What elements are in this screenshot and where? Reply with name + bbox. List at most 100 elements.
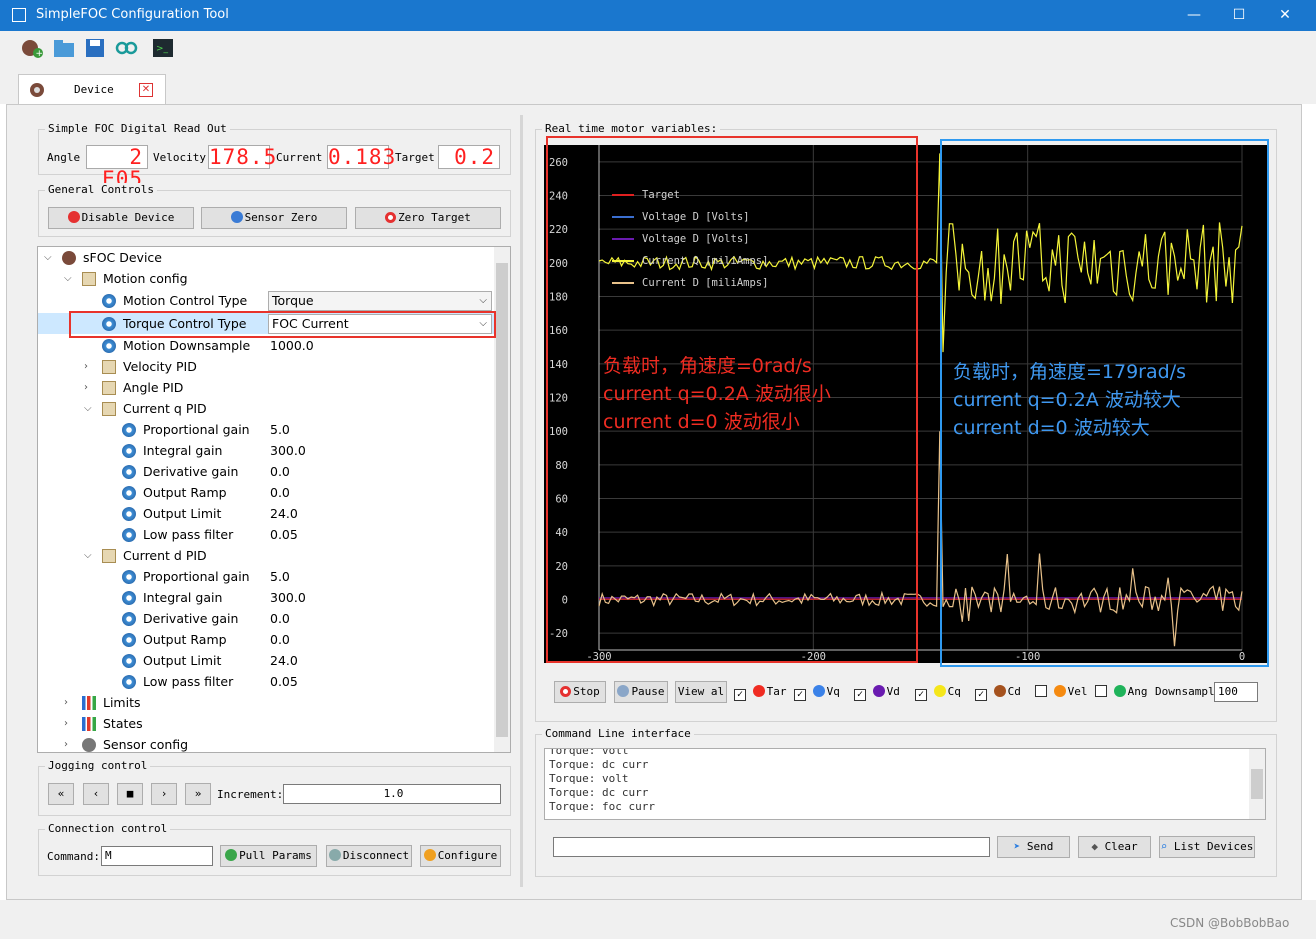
toggle-target[interactable]: ✓ Tar bbox=[734, 684, 787, 701]
chevron-down-icon[interactable]: ⌵ bbox=[84, 545, 92, 566]
stop-button[interactable]: Stop bbox=[554, 681, 606, 703]
chevron-down-icon[interactable]: ⌵ bbox=[44, 247, 52, 268]
jog-stop-button[interactable]: ■ bbox=[117, 783, 143, 805]
cli-scroll-thumb[interactable] bbox=[1251, 769, 1263, 799]
cd-f-value[interactable]: 0.05 bbox=[270, 671, 298, 692]
tree-root[interactable]: ⌵ sFOC Device bbox=[38, 247, 494, 268]
tab-close-icon[interactable]: ✕ bbox=[139, 83, 153, 97]
open-folder-icon[interactable] bbox=[52, 36, 76, 60]
cd-d-value[interactable]: 0.0 bbox=[270, 608, 290, 629]
tree-scroll-thumb[interactable] bbox=[496, 263, 508, 737]
toggle-vq[interactable]: ✓ Vq bbox=[794, 684, 840, 701]
tree-states[interactable]: › States bbox=[38, 713, 494, 734]
tree-velocity-pid[interactable]: › Velocity PID bbox=[38, 356, 494, 377]
close-button[interactable]: ✕ bbox=[1275, 5, 1295, 25]
cli-scrollbar[interactable] bbox=[1249, 749, 1265, 819]
cq-derivative-gain[interactable]: Derivative gain 0.0 bbox=[38, 461, 494, 482]
jog-forward-button[interactable]: › bbox=[151, 783, 177, 805]
downsample-input[interactable]: 100 bbox=[1214, 682, 1258, 702]
motion-downsample-value[interactable]: 1000.0 bbox=[270, 335, 314, 356]
cd-output-limit[interactable]: Output Limit 24.0 bbox=[38, 650, 494, 671]
configure-button[interactable]: Configure bbox=[420, 845, 501, 867]
chevron-right-icon[interactable]: › bbox=[64, 713, 68, 734]
tree-scrollbar[interactable] bbox=[494, 247, 510, 752]
motion-control-type-select[interactable]: Torque ⌵ bbox=[268, 291, 492, 311]
send-button[interactable]: ➤ Send bbox=[997, 836, 1070, 858]
clear-button[interactable]: ◆ Clear bbox=[1078, 836, 1151, 858]
cq-p-value[interactable]: 5.0 bbox=[270, 419, 290, 440]
cq-checkbox[interactable]: ✓ bbox=[915, 689, 927, 701]
minimize-button[interactable]: — bbox=[1184, 5, 1204, 25]
tree-angle-pid[interactable]: › Angle PID bbox=[38, 377, 494, 398]
disconnect-button[interactable]: Disconnect bbox=[326, 845, 412, 867]
cli-command-input[interactable] bbox=[553, 837, 990, 857]
toggle-cq[interactable]: ✓ Cq bbox=[915, 684, 961, 701]
chevron-right-icon[interactable]: › bbox=[84, 356, 88, 377]
list-devices-button[interactable]: ⌕ List Devices bbox=[1159, 836, 1255, 858]
tree-motion-config[interactable]: ⌵ Motion config bbox=[38, 268, 494, 289]
cq-output-limit[interactable]: Output Limit 24.0 bbox=[38, 503, 494, 524]
cq-f-value[interactable]: 0.05 bbox=[270, 524, 298, 545]
tree-motion-control-type[interactable]: Motion Control Type Torque ⌵ bbox=[38, 290, 494, 311]
tree-limits[interactable]: › Limits bbox=[38, 692, 494, 713]
cq-l-value[interactable]: 24.0 bbox=[270, 503, 298, 524]
increment-input[interactable]: 1.0 bbox=[283, 784, 501, 804]
motion-control-type-label: Motion Control Type bbox=[123, 293, 248, 308]
chevron-right-icon[interactable]: › bbox=[84, 377, 88, 398]
maximize-button[interactable]: ☐ bbox=[1229, 5, 1249, 25]
sensor-zero-button[interactable]: Sensor Zero bbox=[201, 207, 347, 229]
chevron-down-icon[interactable]: ⌵ bbox=[64, 268, 72, 289]
tab-device[interactable]: Device ✕ bbox=[18, 74, 166, 105]
terminal-icon[interactable]: >_ bbox=[151, 36, 175, 60]
new-device-icon[interactable]: + bbox=[20, 36, 44, 60]
arduino-icon[interactable] bbox=[114, 36, 138, 60]
toggle-cd[interactable]: ✓ Cd bbox=[975, 684, 1021, 701]
cd-l-value[interactable]: 24.0 bbox=[270, 650, 298, 671]
chevron-right-icon[interactable]: › bbox=[64, 734, 68, 752]
cq-output-ramp[interactable]: Output Ramp 0.0 bbox=[38, 482, 494, 503]
cq-low-pass-filter[interactable]: Low pass filter 0.05 bbox=[38, 524, 494, 545]
cli-output[interactable]: Torque: volt Torque: dc curr Torque: vol… bbox=[544, 748, 1266, 820]
toggle-vel[interactable]: Vel bbox=[1035, 684, 1088, 700]
tree-current-q-pid[interactable]: ⌵ Current q PID bbox=[38, 398, 494, 419]
target-checkbox[interactable]: ✓ bbox=[734, 689, 746, 701]
splitter-handle[interactable] bbox=[520, 115, 523, 887]
jog-fast-forward-button[interactable]: » bbox=[185, 783, 211, 805]
command-input[interactable]: M bbox=[101, 846, 213, 866]
tree-sensor-config[interactable]: › Sensor config bbox=[38, 734, 494, 752]
view-all-button[interactable]: View al bbox=[675, 681, 727, 703]
cq-proportional-gain[interactable]: Proportional gain 5.0 bbox=[38, 419, 494, 440]
tree-motion-downsample[interactable]: Motion Downsample 1000.0 bbox=[38, 335, 494, 356]
pull-params-button[interactable]: Pull Params bbox=[220, 845, 317, 867]
chevron-right-icon[interactable]: › bbox=[64, 692, 68, 713]
toggle-vd[interactable]: ✓ Vd bbox=[854, 684, 900, 701]
cd-proportional-gain[interactable]: Proportional gain 5.0 bbox=[38, 566, 494, 587]
vel-checkbox[interactable] bbox=[1035, 685, 1047, 697]
tree-current-d-pid[interactable]: ⌵ Current d PID bbox=[38, 545, 494, 566]
view-all-label: View al bbox=[677, 685, 725, 698]
cq-r-value[interactable]: 0.0 bbox=[270, 482, 290, 503]
cd-derivative-gain[interactable]: Derivative gain 0.0 bbox=[38, 608, 494, 629]
cd-low-pass-filter[interactable]: Low pass filter 0.05 bbox=[38, 671, 494, 692]
gear-icon bbox=[102, 339, 116, 353]
disable-device-button[interactable]: Disable Device bbox=[48, 207, 194, 229]
vd-checkbox[interactable]: ✓ bbox=[854, 689, 866, 701]
save-icon[interactable] bbox=[83, 36, 107, 60]
cd-integral-gain[interactable]: Integral gain 300.0 bbox=[38, 587, 494, 608]
cd-output-ramp[interactable]: Output Ramp 0.0 bbox=[38, 629, 494, 650]
cd-r-value[interactable]: 0.0 bbox=[270, 629, 290, 650]
chevron-down-icon[interactable]: ⌵ bbox=[84, 398, 92, 419]
ang-checkbox[interactable] bbox=[1095, 685, 1107, 697]
cd-i-value[interactable]: 300.0 bbox=[270, 587, 306, 608]
jog-fast-back-button[interactable]: « bbox=[48, 783, 74, 805]
cq-integral-gain[interactable]: Integral gain 300.0 bbox=[38, 440, 494, 461]
cq-d-value[interactable]: 0.0 bbox=[270, 461, 290, 482]
vq-checkbox[interactable]: ✓ bbox=[794, 689, 806, 701]
cd-p-value[interactable]: 5.0 bbox=[270, 566, 290, 587]
zero-target-button[interactable]: Zero Target bbox=[355, 207, 501, 229]
pause-button[interactable]: Pause bbox=[614, 681, 668, 703]
cd-checkbox[interactable]: ✓ bbox=[975, 689, 987, 701]
toggle-ang[interactable]: Ang bbox=[1095, 684, 1148, 700]
cq-i-value[interactable]: 300.0 bbox=[270, 440, 306, 461]
jog-back-button[interactable]: ‹ bbox=[83, 783, 109, 805]
